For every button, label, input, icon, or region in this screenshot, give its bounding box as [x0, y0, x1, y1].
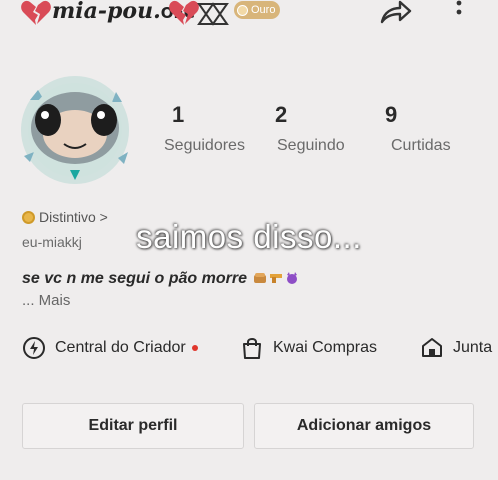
level-badge-label: Ouro: [251, 4, 276, 16]
video-caption-overlay: saimos disso...: [136, 218, 362, 255]
house-icon: [422, 338, 442, 357]
join-label: Junta: [453, 339, 493, 356]
shopping-bag-icon: [243, 338, 261, 359]
bio-more-link[interactable]: ... Mais: [22, 292, 70, 309]
edit-profile-button[interactable]: Editar perfil: [22, 403, 244, 449]
gun-emoji-icon: [270, 274, 283, 283]
notification-dot: [191, 345, 198, 351]
add-friends-button[interactable]: Adicionar amigos: [254, 403, 474, 449]
likes-count[interactable]: 9: [385, 102, 397, 128]
shopping-label: Kwai Compras: [273, 339, 378, 356]
creator-center-shortcut[interactable]: Central do Criador: [22, 336, 198, 360]
likes-label[interactable]: Curtidas: [391, 137, 451, 155]
following-count[interactable]: 2: [275, 102, 287, 128]
avatar[interactable]: [18, 70, 133, 188]
devil-emoji-icon: [287, 272, 298, 284]
bread-emoji-icon: [254, 273, 267, 283]
more-options-icon[interactable]: [452, 0, 466, 24]
followers-count[interactable]: 1: [172, 102, 184, 128]
medal-icon: [237, 4, 248, 16]
level-badge[interactable]: Ouro: [234, 1, 281, 19]
shortcuts-row: Central do Criador Kwai Compras Junta: [0, 336, 498, 362]
creator-center-label: Central do Criador: [55, 339, 186, 356]
broken-heart-icon: [21, 0, 51, 25]
bio-text: se vc n me segui o pão morre: [22, 270, 299, 288]
creator-center-icon: [23, 337, 45, 359]
broken-heart-icon: [169, 0, 199, 25]
join-shortcut[interactable]: Junta: [420, 336, 492, 360]
share-icon[interactable]: [378, 0, 412, 26]
hourglass-symbol-icon: [197, 2, 229, 26]
bio-text-content: se vc n me segui o pão morre: [22, 270, 247, 287]
top-bar: mia-pou.OFC Ouro: [0, 0, 498, 30]
shopping-shortcut[interactable]: Kwai Compras: [240, 336, 377, 360]
followers-label[interactable]: Seguidores: [164, 137, 245, 155]
following-label[interactable]: Seguindo: [277, 137, 345, 155]
